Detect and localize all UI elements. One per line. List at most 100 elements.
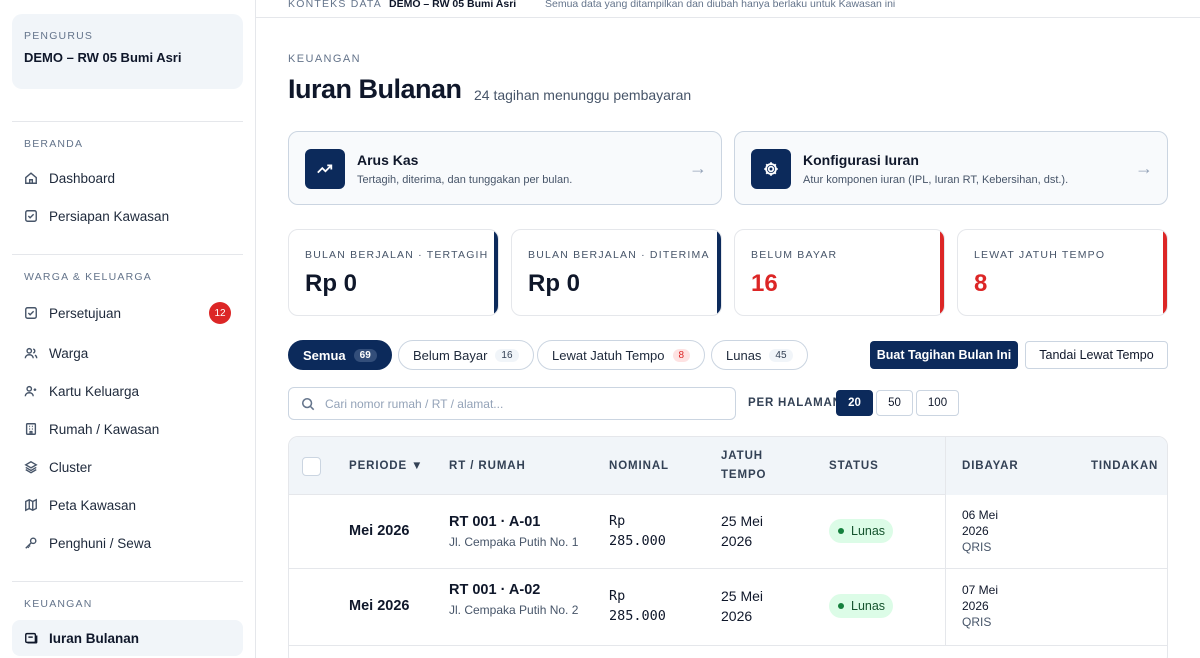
row-due-year: 2026 — [721, 608, 753, 624]
per-page-option-100[interactable]: 100 — [916, 390, 959, 416]
sidebar-item-cluster[interactable]: Cluster — [12, 449, 243, 485]
page-subtitle: 24 tagihan menunggu pembayaran — [474, 87, 692, 103]
sidebar-item-persiapan-kawasan[interactable]: Persiapan Kawasan — [12, 198, 243, 234]
row-alamat: Jl. Cempaka Putih No. 1 — [449, 535, 579, 549]
context-label: KONTEKS DATA — [288, 0, 382, 10]
create-bill-button[interactable]: Buat Tagihan Bulan Ini — [870, 341, 1018, 369]
filter-label: Belum Bayar — [413, 347, 488, 363]
filter-label: Lewat Jatuh Tempo — [552, 347, 665, 363]
row-paid-day: 07 Mei — [962, 583, 999, 597]
sidebar-item-persetujuan[interactable]: Persetujuan 12 — [12, 295, 243, 331]
billing-table: PERIODE ▼ RT / RUMAH NOMINAL JATUH TEMPO… — [288, 436, 1168, 658]
sidebar-item-label: Cluster — [49, 459, 92, 475]
sidebar-item-label: Peta Kawasan — [49, 497, 137, 513]
status-dot — [838, 528, 844, 534]
per-page-option-50[interactable]: 50 — [876, 390, 913, 416]
column-status: STATUS — [829, 460, 879, 472]
stat-accent-bar — [1163, 230, 1167, 315]
sidebar-item-label: Dashboard — [49, 170, 116, 186]
row-periode: Mei 2026 — [349, 598, 410, 614]
row-rt: RT 001 · A-02 — [449, 582, 541, 598]
arrow-right-icon: → — [689, 158, 707, 178]
row-paid-day: 06 Mei — [962, 508, 999, 522]
row-due-day: 25 Mei — [721, 588, 764, 604]
search-input[interactable] — [325, 394, 725, 414]
row-nominal-currency: Rp — [609, 588, 626, 604]
home-icon — [24, 171, 38, 185]
sidebar-item-penghuni-sewa[interactable]: Penghuni / Sewa — [12, 525, 243, 561]
context-value: DEMO – RW 05 Bumi Asri — [389, 0, 517, 10]
checkbox-icon — [24, 306, 38, 320]
row-nominal-amount: 285.000 — [609, 608, 666, 624]
row-dibayar-cell: 07 Mei 2026 QRIS — [945, 569, 1167, 645]
stat-tertagih: BULAN BERJALAN · TERTAGIH Rp 0 — [288, 229, 499, 316]
org-name: DEMO – RW 05 Bumi Asri — [24, 50, 182, 65]
receipt-icon — [24, 631, 38, 645]
sidebar-item-label: Rumah / Kawasan — [49, 421, 160, 437]
sidebar-divider — [12, 254, 243, 255]
stat-label: LEWAT JATUH TEMPO — [974, 249, 1106, 261]
row-due-day: 25 Mei — [721, 513, 764, 529]
filter-lunas[interactable]: Lunas 45 — [711, 340, 808, 370]
sidebar-item-warga[interactable]: Warga — [12, 335, 243, 371]
users-icon — [24, 346, 38, 360]
row-dibayar-cell: 06 Mei 2026 QRIS — [945, 495, 1167, 568]
row-payment-method: QRIS — [962, 540, 992, 554]
row-paid-year: 2026 — [962, 599, 989, 613]
sidebar-divider — [12, 121, 243, 122]
filter-belum-bayar[interactable]: Belum Bayar 16 — [398, 340, 534, 370]
mark-overdue-button[interactable]: Tandai Lewat Tempo — [1025, 341, 1168, 369]
sidebar-item-kartu-keluarga[interactable]: Kartu Keluarga — [12, 373, 243, 409]
konfigurasi-iuran-card[interactable]: Konfigurasi Iuran Atur komponen iuran (I… — [734, 131, 1168, 205]
filter-count: 16 — [495, 348, 519, 362]
stat-value: Rp 0 — [528, 270, 581, 297]
user-group-icon — [24, 384, 38, 398]
stat-accent-bar — [717, 230, 721, 315]
status-badge: Lunas — [829, 594, 894, 618]
row-rt: RT 001 · A-01 — [449, 514, 541, 530]
column-jatuh-tempo-line2: TEMPO — [721, 469, 767, 481]
table-row[interactable]: Mei 2026 RT 001 · A-01 Jl. Cempaka Putih… — [289, 495, 1167, 569]
sidebar-item-rumah-kawasan[interactable]: Rumah / Kawasan — [12, 411, 243, 447]
sidebar-item-dashboard[interactable]: Dashboard — [12, 160, 243, 196]
table-row[interactable]: Mei 2026 RT 001 · A-02 Jl. Cempaka Putih… — [289, 569, 1167, 646]
sidebar-item-iuran-bulanan[interactable]: Iuran Bulanan — [12, 620, 243, 656]
row-paid-date: 07 Mei 2026 — [962, 582, 1022, 614]
arrow-right-icon: → — [1135, 158, 1153, 178]
sidebar-item-label: Kartu Keluarga — [49, 383, 140, 399]
column-jatuh-tempo: JATUH TEMPO — [721, 447, 766, 485]
sidebar-item-label: Penghuni / Sewa — [49, 535, 152, 551]
org-role-label: PENGURUS — [24, 30, 94, 42]
row-payment-method: QRIS — [962, 615, 992, 629]
card-title: Konfigurasi Iuran — [803, 152, 919, 168]
sidebar-item-peta-kawasan[interactable]: Peta Kawasan — [12, 487, 243, 523]
select-all-checkbox[interactable] — [302, 457, 321, 476]
card-description: Atur komponen iuran (IPL, Iuran RT, Kebe… — [803, 174, 1069, 186]
per-page-option-20[interactable]: 20 — [836, 390, 873, 416]
row-paid-year: 2026 — [962, 524, 989, 538]
trending-up-icon — [305, 149, 345, 189]
notification-badge: 12 — [209, 302, 231, 324]
stat-accent-bar — [940, 230, 944, 315]
filter-lewat-jatuh-tempo[interactable]: Lewat Jatuh Tempo 8 — [537, 340, 706, 370]
table-header: PERIODE ▼ RT / RUMAH NOMINAL JATUH TEMPO… — [289, 437, 1167, 495]
stat-value: Rp 0 — [305, 270, 358, 297]
column-dibayar: DIBAYAR — [962, 460, 1019, 472]
filter-semua[interactable]: Semua 69 — [288, 340, 392, 370]
row-nominal: Rp 285.000 — [609, 511, 666, 551]
page-kicker: KEUANGAN — [288, 53, 361, 65]
sidebar-item-label: Iuran Bulanan — [49, 630, 140, 646]
sidebar-divider — [12, 581, 243, 582]
context-note: Semua data yang ditampilkan dan diubah h… — [545, 0, 896, 10]
stat-belum-bayar: BELUM BAYAR 16 — [734, 229, 945, 316]
status-dot — [838, 603, 844, 609]
row-due-year: 2026 — [721, 533, 753, 549]
status-label: Lunas — [851, 524, 886, 538]
key-icon — [24, 536, 38, 550]
filter-label: Semua — [303, 347, 346, 363]
column-periode[interactable]: PERIODE ▼ — [349, 457, 423, 476]
sidebar-section-warga: WARGA & KELUARGA — [24, 271, 152, 283]
row-nominal-amount: 285.000 — [609, 533, 666, 549]
arus-kas-card[interactable]: Arus Kas Tertagih, diterima, dan tunggak… — [288, 131, 722, 205]
row-jatuh-tempo: 25 Mei 2026 — [721, 511, 801, 551]
